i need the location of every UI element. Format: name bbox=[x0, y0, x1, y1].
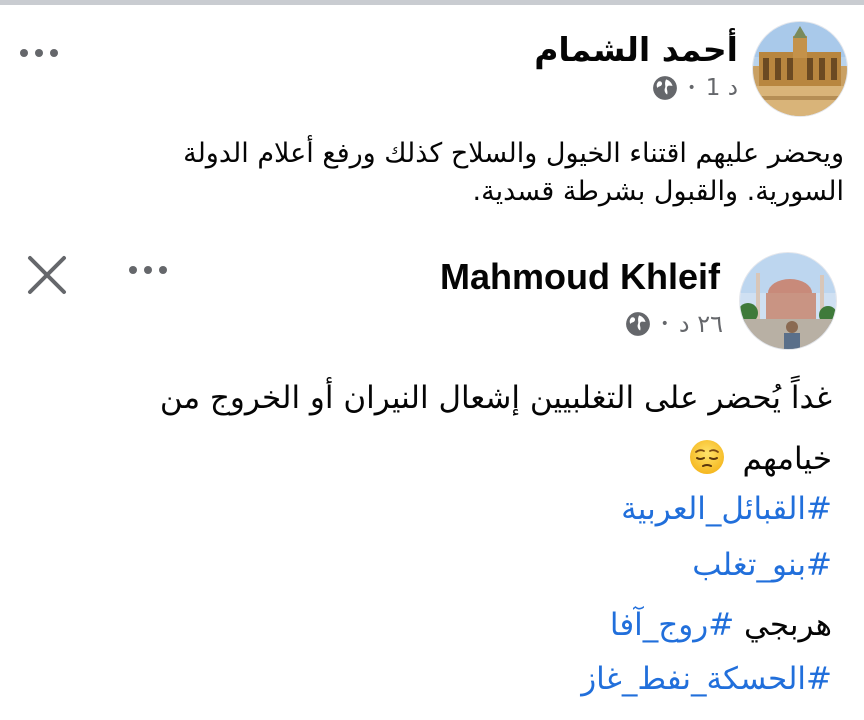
more-dot bbox=[159, 266, 167, 274]
post-card: أحمد الشمام • 1 د ويحضر عليهم اقتناء الخ… bbox=[0, 5, 864, 220]
hashtag-line: #بنو_تغلب bbox=[692, 544, 832, 586]
author-name[interactable]: Mahmoud Khleif bbox=[440, 255, 720, 299]
post-body-line: السورية. والقبول بشرطة قسدية. bbox=[472, 176, 844, 207]
hashtag-link[interactable]: #روج_آفا bbox=[610, 607, 734, 643]
pensive-face-emoji bbox=[689, 440, 724, 474]
post-time[interactable]: 1 د bbox=[706, 75, 738, 101]
post-meta: • 1 د bbox=[652, 75, 738, 101]
post-body-line: غداً يُحضر على التغلبيين إشعال النيران أ… bbox=[159, 380, 832, 416]
post-body-line: خيامهم bbox=[689, 438, 832, 480]
hagia-sophia-photo bbox=[740, 253, 836, 349]
meta-separator: • bbox=[660, 316, 669, 332]
more-dot bbox=[144, 266, 152, 274]
author-avatar[interactable] bbox=[752, 21, 848, 117]
more-dot bbox=[35, 49, 43, 57]
more-icon[interactable] bbox=[129, 266, 167, 274]
post-body-text: خيامهم bbox=[742, 441, 833, 477]
hashtag-line: هربجي #روج_آفا bbox=[610, 604, 832, 646]
hashtag-link[interactable]: #بنو_تغلب bbox=[692, 547, 832, 583]
more-dot bbox=[50, 49, 58, 57]
author-name[interactable]: أحمد الشمام bbox=[534, 28, 738, 72]
mosque-courtyard-photo bbox=[753, 22, 847, 116]
hashtag-line: #الحسكة_نفط_غاز bbox=[581, 658, 832, 700]
hashtag-prefix: هربجي bbox=[734, 607, 832, 643]
more-dot bbox=[129, 266, 137, 274]
globe-icon[interactable] bbox=[652, 75, 678, 101]
hashtag-line: #القبائل_العربية bbox=[621, 488, 832, 530]
more-dot bbox=[20, 49, 28, 57]
meta-separator: • bbox=[687, 80, 696, 96]
author-avatar[interactable] bbox=[739, 252, 837, 350]
hashtag-link[interactable]: #الحسكة_نفط_غاز bbox=[581, 661, 832, 697]
post-body: ويحضر عليهم اقتناء الخيول والسلاح كذلك و… bbox=[183, 135, 844, 211]
post-meta: • ٢٦ د bbox=[625, 310, 723, 338]
more-icon[interactable] bbox=[20, 49, 58, 57]
post-card: Mahmoud Khleif • ٢٦ د غداً يُحضر على الت… bbox=[0, 222, 864, 720]
hashtag-link[interactable]: #القبائل_العربية bbox=[621, 491, 832, 527]
post-body-line: ويحضر عليهم اقتناء الخيول والسلاح كذلك و… bbox=[183, 138, 844, 169]
close-icon[interactable] bbox=[26, 254, 68, 296]
globe-icon[interactable] bbox=[625, 311, 651, 337]
post-time[interactable]: ٢٦ د bbox=[679, 310, 723, 338]
